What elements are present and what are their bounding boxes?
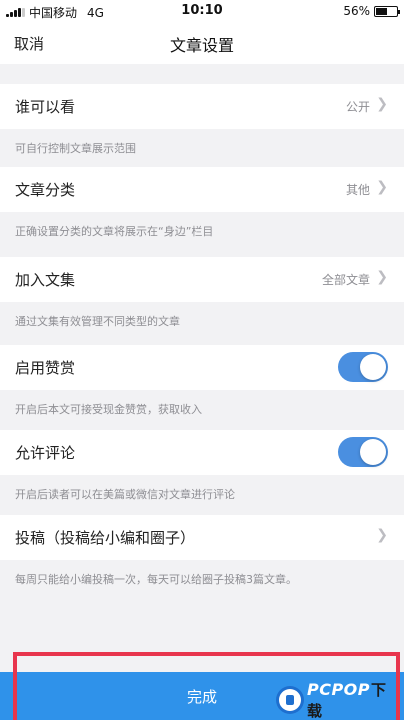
nav-bar: 取消 文章设置 [0, 22, 404, 64]
reward-toggle[interactable] [338, 352, 388, 382]
battery-fill [376, 7, 387, 15]
hint-text: 每周只能给小编投稿一次，每天可以给圈子投稿3篇文章。 [15, 573, 297, 586]
setting-row-comments: 允许评论 [0, 430, 404, 475]
comments-toggle[interactable] [338, 437, 388, 467]
hint-text: 通过文集有效管理不同类型的文章 [15, 315, 180, 328]
setting-value: 全部文章 [321, 273, 370, 287]
toggle-knob [360, 354, 386, 380]
setting-label: 谁可以看 [15, 98, 76, 116]
setting-hint: 可自行控制文章展示范围 [0, 129, 404, 167]
setting-hint: 每周只能给小编投稿一次，每天可以给圈子投稿3篇文章。 [0, 560, 404, 598]
battery-percent: 56% [343, 4, 370, 18]
setting-label: 投稿（投稿给小编和圈子） [15, 529, 196, 547]
section-spacer [0, 64, 404, 84]
watermark-logo: PCPOP下载 [276, 680, 402, 720]
chevron-right-icon: ❯ [376, 96, 388, 112]
setting-hint: 正确设置分类的文章将展示在“身边”栏目 [0, 212, 404, 250]
hint-text: 可自行控制文章展示范围 [15, 142, 136, 155]
hint-text: 开启后本文可接受现金赞赏，获取收入 [15, 403, 202, 416]
setting-row-visibility[interactable]: 谁可以看 公开 ❯ [0, 84, 404, 129]
pcpop-logo-icon [276, 686, 304, 714]
setting-row-reward: 启用赞赏 [0, 345, 404, 390]
setting-label: 文章分类 [15, 181, 76, 199]
chevron-right-icon: ❯ [376, 179, 388, 195]
setting-hint: 开启后读者可以在美篇或微信对文章进行评论 [0, 475, 404, 513]
setting-row-submission[interactable]: 投稿（投稿给小编和圈子） ❯ [0, 515, 404, 560]
setting-hint: 开启后本文可接受现金赞赏，获取收入 [0, 390, 404, 428]
setting-label: 加入文集 [15, 271, 76, 289]
setting-hint: 通过文集有效管理不同类型的文章 [0, 302, 404, 340]
chevron-right-icon: ❯ [376, 527, 388, 543]
status-bar: 中国移动 4G 10:10 56% [0, 0, 404, 22]
battery-icon [374, 5, 400, 17]
page-title: 文章设置 [169, 36, 234, 55]
chevron-right-icon: ❯ [376, 269, 388, 285]
status-right: 56% [343, 4, 400, 18]
setting-value: 其他 [345, 183, 370, 197]
toggle-knob [360, 439, 386, 465]
setting-row-collection[interactable]: 加入文集 全部文章 ❯ [0, 257, 404, 302]
hint-text: 正确设置分类的文章将展示在“身边”栏目 [15, 225, 214, 238]
setting-label: 启用赞赏 [15, 359, 76, 377]
setting-label: 允许评论 [15, 444, 76, 462]
setting-value: 公开 [345, 100, 370, 114]
setting-row-category[interactable]: 文章分类 其他 ❯ [0, 167, 404, 212]
watermark-text: PCPOP下载 [306, 680, 387, 720]
hint-text: 开启后读者可以在美篇或微信对文章进行评论 [15, 488, 235, 501]
